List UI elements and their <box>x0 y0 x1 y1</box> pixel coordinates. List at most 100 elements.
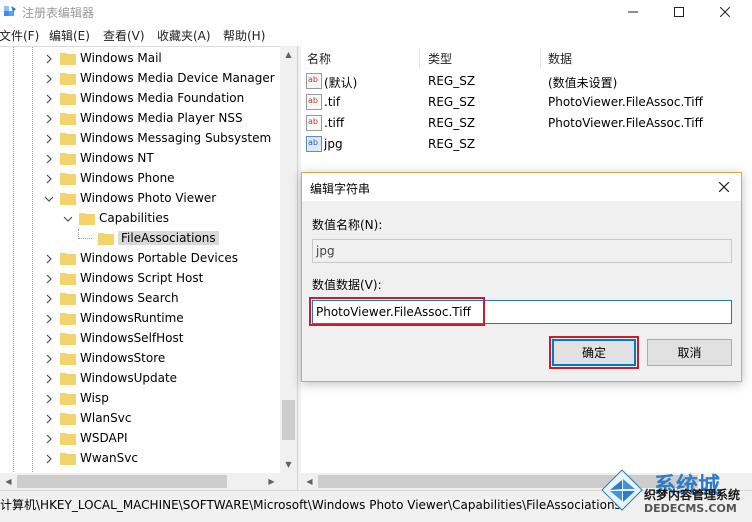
tree-item[interactable]: Windows Script Host <box>0 269 280 289</box>
menu-view[interactable]: 查看(V) <box>103 27 157 44</box>
scroll-left-icon[interactable]: ◀ <box>0 473 17 490</box>
tree-item-label: FileAssociations <box>118 231 219 245</box>
value-type: REG_SZ <box>428 116 476 130</box>
folder-icon <box>60 433 76 445</box>
menu-edit[interactable]: 编辑(E) <box>49 27 103 44</box>
dialog-title-bar: 编辑字符串 <box>302 173 741 201</box>
chevron-right-icon[interactable] <box>44 414 54 424</box>
close-button[interactable] <box>702 0 748 24</box>
chevron-right-icon[interactable] <box>44 314 54 324</box>
tree-item[interactable]: Windows Media Foundation <box>0 89 280 109</box>
tree-item-label: WlanSvc <box>80 411 132 425</box>
tree-item[interactable]: WindowsSelfHost <box>0 329 280 349</box>
list-item[interactable]: ab .tiff REG_SZ PhotoViewer.FileAssoc.Tiff <box>301 113 752 134</box>
tree-item[interactable]: WwanSvc <box>0 449 280 469</box>
menu-favorites[interactable]: 收藏夹(A) <box>157 27 223 44</box>
chevron-right-icon[interactable] <box>44 434 54 444</box>
chevron-down-icon[interactable] <box>44 194 54 204</box>
dialog-title: 编辑字符串 <box>310 182 371 196</box>
tree-item[interactable]: Windows Media Device Manager <box>0 69 280 89</box>
tree-item[interactable]: Windows Messaging Subsystem <box>0 129 280 149</box>
tree-item[interactable]: Capabilities <box>0 209 280 229</box>
scroll-down-icon[interactable]: ▼ <box>280 456 297 473</box>
scroll-thumb[interactable] <box>282 400 295 440</box>
menu-file[interactable]: 文件(F) <box>0 27 49 44</box>
list-item[interactable]: ab jpg REG_SZ <box>301 134 752 155</box>
minimize-button[interactable] <box>610 0 656 24</box>
chevron-right-icon[interactable] <box>44 394 54 404</box>
tree-item[interactable]: Windows Mail <box>0 49 280 69</box>
folder-icon <box>60 393 76 405</box>
folder-icon <box>60 53 76 65</box>
tree-item[interactable]: WindowsRuntime <box>0 309 280 329</box>
tree-item[interactable]: WindowsUpdate <box>0 369 280 389</box>
tree-horizontal-scrollbar[interactable]: ◀ ▶ <box>0 473 297 490</box>
folder-icon <box>60 173 76 185</box>
registry-tree[interactable]: Windows Mail Windows Media Device Manager… <box>0 46 298 473</box>
scroll-thumb[interactable] <box>17 475 227 488</box>
column-header-type[interactable]: 类型 <box>428 46 452 70</box>
value-data-field[interactable]: PhotoViewer.FileAssoc.Tiff <box>312 300 732 324</box>
tree-vertical-scrollbar[interactable]: ▲ ▼ <box>280 46 297 473</box>
chevron-right-icon[interactable] <box>44 454 54 464</box>
chevron-right-icon[interactable] <box>44 254 54 264</box>
column-divider[interactable] <box>540 48 541 68</box>
title-bar: 注册表编辑器 <box>0 0 752 24</box>
ok-button[interactable]: 确定 <box>552 339 636 366</box>
tree-item[interactable]: Windows Phone <box>0 169 280 189</box>
watermark-line2: 织梦内容管理系统 <box>644 488 741 502</box>
column-header-data[interactable]: 数据 <box>548 46 572 70</box>
scroll-up-icon[interactable]: ▲ <box>280 46 297 63</box>
folder-icon <box>60 273 76 285</box>
chevron-right-icon[interactable] <box>44 274 54 284</box>
value-data: PhotoViewer.FileAssoc.Tiff <box>548 95 703 109</box>
scroll-left-icon[interactable]: ◀ <box>301 473 318 490</box>
chevron-down-icon[interactable] <box>63 214 73 224</box>
tree-item-label: WwanSvc <box>80 451 138 465</box>
column-header-name[interactable]: 名称 <box>307 46 331 70</box>
chevron-right-icon[interactable] <box>44 54 54 64</box>
svg-text:ab: ab <box>308 117 318 126</box>
menu-help[interactable]: 帮助(H) <box>223 27 277 44</box>
tree-item[interactable]: Wisp <box>0 389 280 409</box>
dialog-close-button[interactable] <box>714 177 734 197</box>
chevron-right-icon[interactable] <box>44 334 54 344</box>
tree-item[interactable]: Windows Media Player NSS <box>0 109 280 129</box>
folder-icon <box>79 213 95 225</box>
tree-item[interactable]: Windows Search <box>0 289 280 309</box>
tree-item-label: Windows Mail <box>80 51 162 65</box>
list-item[interactable]: ab (默认) REG_SZ (数值未设置) <box>301 71 752 92</box>
chevron-right-icon[interactable] <box>44 94 54 104</box>
tree-item[interactable]: Windows Portable Devices <box>0 249 280 269</box>
cancel-button[interactable]: 取消 <box>647 339 732 366</box>
maximize-button[interactable] <box>656 0 702 24</box>
string-value-icon: ab <box>306 94 322 110</box>
string-value-icon: ab <box>306 115 322 131</box>
chevron-right-icon[interactable] <box>44 374 54 384</box>
chevron-right-icon[interactable] <box>44 354 54 364</box>
tree-item[interactable]: Windows Photo Viewer <box>0 189 280 209</box>
current-key-path: 计算机\HKEY_LOCAL_MACHINE\SOFTWARE\Microsof… <box>0 498 621 512</box>
scroll-right-icon[interactable]: ▶ <box>263 473 280 490</box>
chevron-right-icon[interactable] <box>44 174 54 184</box>
chevron-right-icon[interactable] <box>44 154 54 164</box>
maximize-icon <box>674 7 684 17</box>
column-divider[interactable] <box>419 48 420 68</box>
folder-icon <box>60 133 76 145</box>
value-name: jpg <box>324 137 343 151</box>
chevron-right-icon[interactable] <box>44 134 54 144</box>
chevron-right-icon[interactable] <box>44 114 54 124</box>
tree-item[interactable]: WindowsStore <box>0 349 280 369</box>
watermark: 系统城 织梦内容管理系统 DEDECMS.COM <box>598 466 752 522</box>
folder-icon <box>60 153 76 165</box>
folder-icon <box>60 113 76 125</box>
tree-item[interactable]: WSDAPI <box>0 429 280 449</box>
tree-item[interactable]: Windows NT <box>0 149 280 169</box>
value-name-field[interactable]: jpg <box>312 239 732 263</box>
chevron-right-icon[interactable] <box>44 294 54 304</box>
tree-item[interactable]: WlanSvc <box>0 409 280 429</box>
list-item[interactable]: ab .tif REG_SZ PhotoViewer.FileAssoc.Tiff <box>301 92 752 113</box>
tree-item[interactable]: FileAssociations <box>0 229 280 249</box>
chevron-right-icon[interactable] <box>44 74 54 84</box>
folder-icon <box>60 293 76 305</box>
